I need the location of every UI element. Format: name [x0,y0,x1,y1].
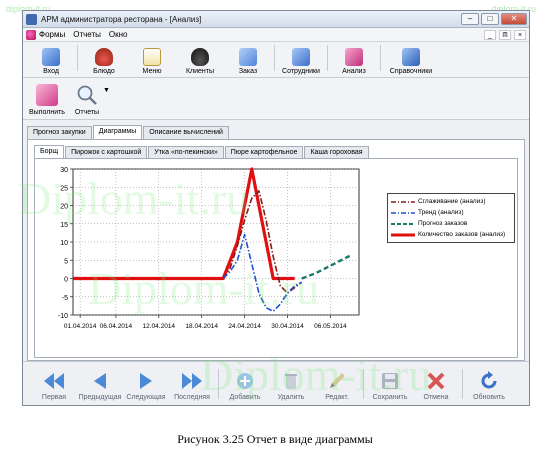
maximize-button[interactable]: □ [481,13,499,25]
reference-book-icon [402,48,420,66]
previous-record-icon [94,373,106,389]
add-button[interactable]: Добавить [222,365,268,401]
y-tick-label: -10 [58,313,68,320]
analysis-button[interactable]: Анализ [330,42,378,75]
x-tick-label: 01.04.2014 [64,323,97,330]
previous-record-button[interactable]: Предыдущая [77,365,123,401]
login-button[interactable]: Вход [27,42,75,75]
y-tick-label: 20 [60,204,68,211]
x-tick-label: 12.04.2014 [143,323,176,330]
cancel-icon [427,372,445,390]
window-title: АРМ администратора ресторана - [Анализ] [41,14,202,24]
save-button[interactable]: Сохранить [367,365,413,401]
chart-legend: Сглаживание (анализ) Тренд (анализ) Прог… [387,193,515,243]
save-icon [382,373,398,389]
employees-button[interactable]: Сотрудники [277,42,325,75]
legend-entry: Прогноз заказов [391,220,468,227]
chart-panel: -10 -5 0 5 10 15 20 25 30 01.04.2014 06.04.2014 12.… [34,158,518,358]
y-tick-label: 5 [64,258,68,265]
magnifier-icon [77,85,97,105]
y-tick-label: -5 [62,295,68,302]
mdi-close-button[interactable]: × [514,29,526,40]
menu-bar: Формы Отчеты Окно _ ᗰ × [23,28,529,42]
first-record-icon [44,373,64,389]
screenshot-stage: diplom-it.ru diplom-it.ru АРМ администра… [0,0,550,460]
y-tick-label: 25 [60,185,68,192]
app-window: АРМ администратора ресторана - [Анализ] … [22,10,530,406]
delete-button[interactable]: Удалить [268,365,314,401]
legend-entry: Количество заказов (анализ) [391,231,506,238]
analysis-icon [345,48,363,66]
y-tick-label: 30 [60,167,68,174]
x-tick-label: 24.04.2014 [228,323,261,330]
add-icon [237,373,253,389]
orders-chart: -10 -5 0 5 10 15 20 25 30 01.04.2014 06.04.2014 12.… [58,167,360,330]
form-menu-icon [26,29,36,40]
reports-button[interactable]: Отчеты [67,78,107,116]
hat-icon [191,48,209,66]
menu-window[interactable]: Окно [109,30,128,39]
menu-reports[interactable]: Отчеты [73,30,101,39]
x-tick-label: 06.05.2014 [314,323,347,330]
x-tick-label: 30.04.2014 [271,323,304,330]
tab-calc-description[interactable]: Описание вычислений [143,126,229,139]
tab-purchase-forecast[interactable]: Прогноз закупки [27,126,92,139]
order-button[interactable]: Заказ [224,42,272,75]
figure-caption: Рисунок 3.25 Отчет в виде диаграммы [177,432,373,446]
minimize-button[interactable]: – [461,13,479,25]
app-icon [26,13,37,25]
y-tick-label: 15 [60,222,68,229]
mdi-minimize-button[interactable]: _ [484,29,496,40]
tab-charts[interactable]: Диаграммы [92,125,143,139]
edit-pencil-icon [330,373,345,388]
clients-button[interactable]: Клиенты [176,42,224,75]
legend-entry: Сглаживание (анализ) [391,198,486,205]
x-tick-label: 06.04.2014 [100,323,133,330]
dish-button[interactable]: Блюдо [80,42,128,75]
legend-entry: Тренд (анализ) [391,209,464,216]
y-tick-label: 0 [64,277,68,284]
main-tab-panel: Борщ Пирожок с картошкой Утка «по-пекинс… [27,139,525,361]
reports-dropdown-arrow[interactable]: ▼ [103,87,110,94]
close-button[interactable]: ✕ [501,13,527,25]
edit-button[interactable]: Редакт. [314,365,360,401]
last-record-button[interactable]: Последняя [169,365,215,401]
refresh-icon [481,371,497,389]
trash-icon [285,374,297,389]
order-pencil-icon [239,48,257,66]
menu-button[interactable]: Меню [128,42,176,75]
y-tick-label: 10 [60,240,68,247]
cancel-button[interactable]: Отмена [413,365,459,401]
pot-icon [95,48,113,66]
refresh-button[interactable]: Обновить [466,365,512,401]
main-tabs: Прогноз закупки Диаграммы Описание вычис… [27,125,230,139]
first-record-button[interactable]: Первая [31,365,77,401]
references-button[interactable]: Справочники [383,42,439,75]
run-icon [36,84,58,106]
next-record-button[interactable]: Следующая [123,365,169,401]
login-icon [42,48,60,66]
x-tick-label: 18.04.2014 [185,323,218,330]
mdi-restore-button[interactable]: ᗰ [499,29,511,40]
navigation-toolbar: Первая Предыдущая Следующая Последняя До… [23,361,529,405]
secondary-toolbar: Выполнить Отчеты ▼ [23,78,529,120]
title-bar: АРМ администратора ресторана - [Анализ] … [23,11,529,28]
main-toolbar: Вход Блюдо Меню Клиенты Заказ Сотрудники… [23,42,529,78]
menu-forms[interactable]: Формы [39,30,65,39]
menu-doc-icon [143,48,161,66]
next-record-icon [140,373,152,389]
last-record-icon [182,373,202,389]
employees-icon [292,48,310,66]
tab-borscht[interactable]: Борщ [34,145,65,159]
run-button[interactable]: Выполнить [27,78,67,116]
